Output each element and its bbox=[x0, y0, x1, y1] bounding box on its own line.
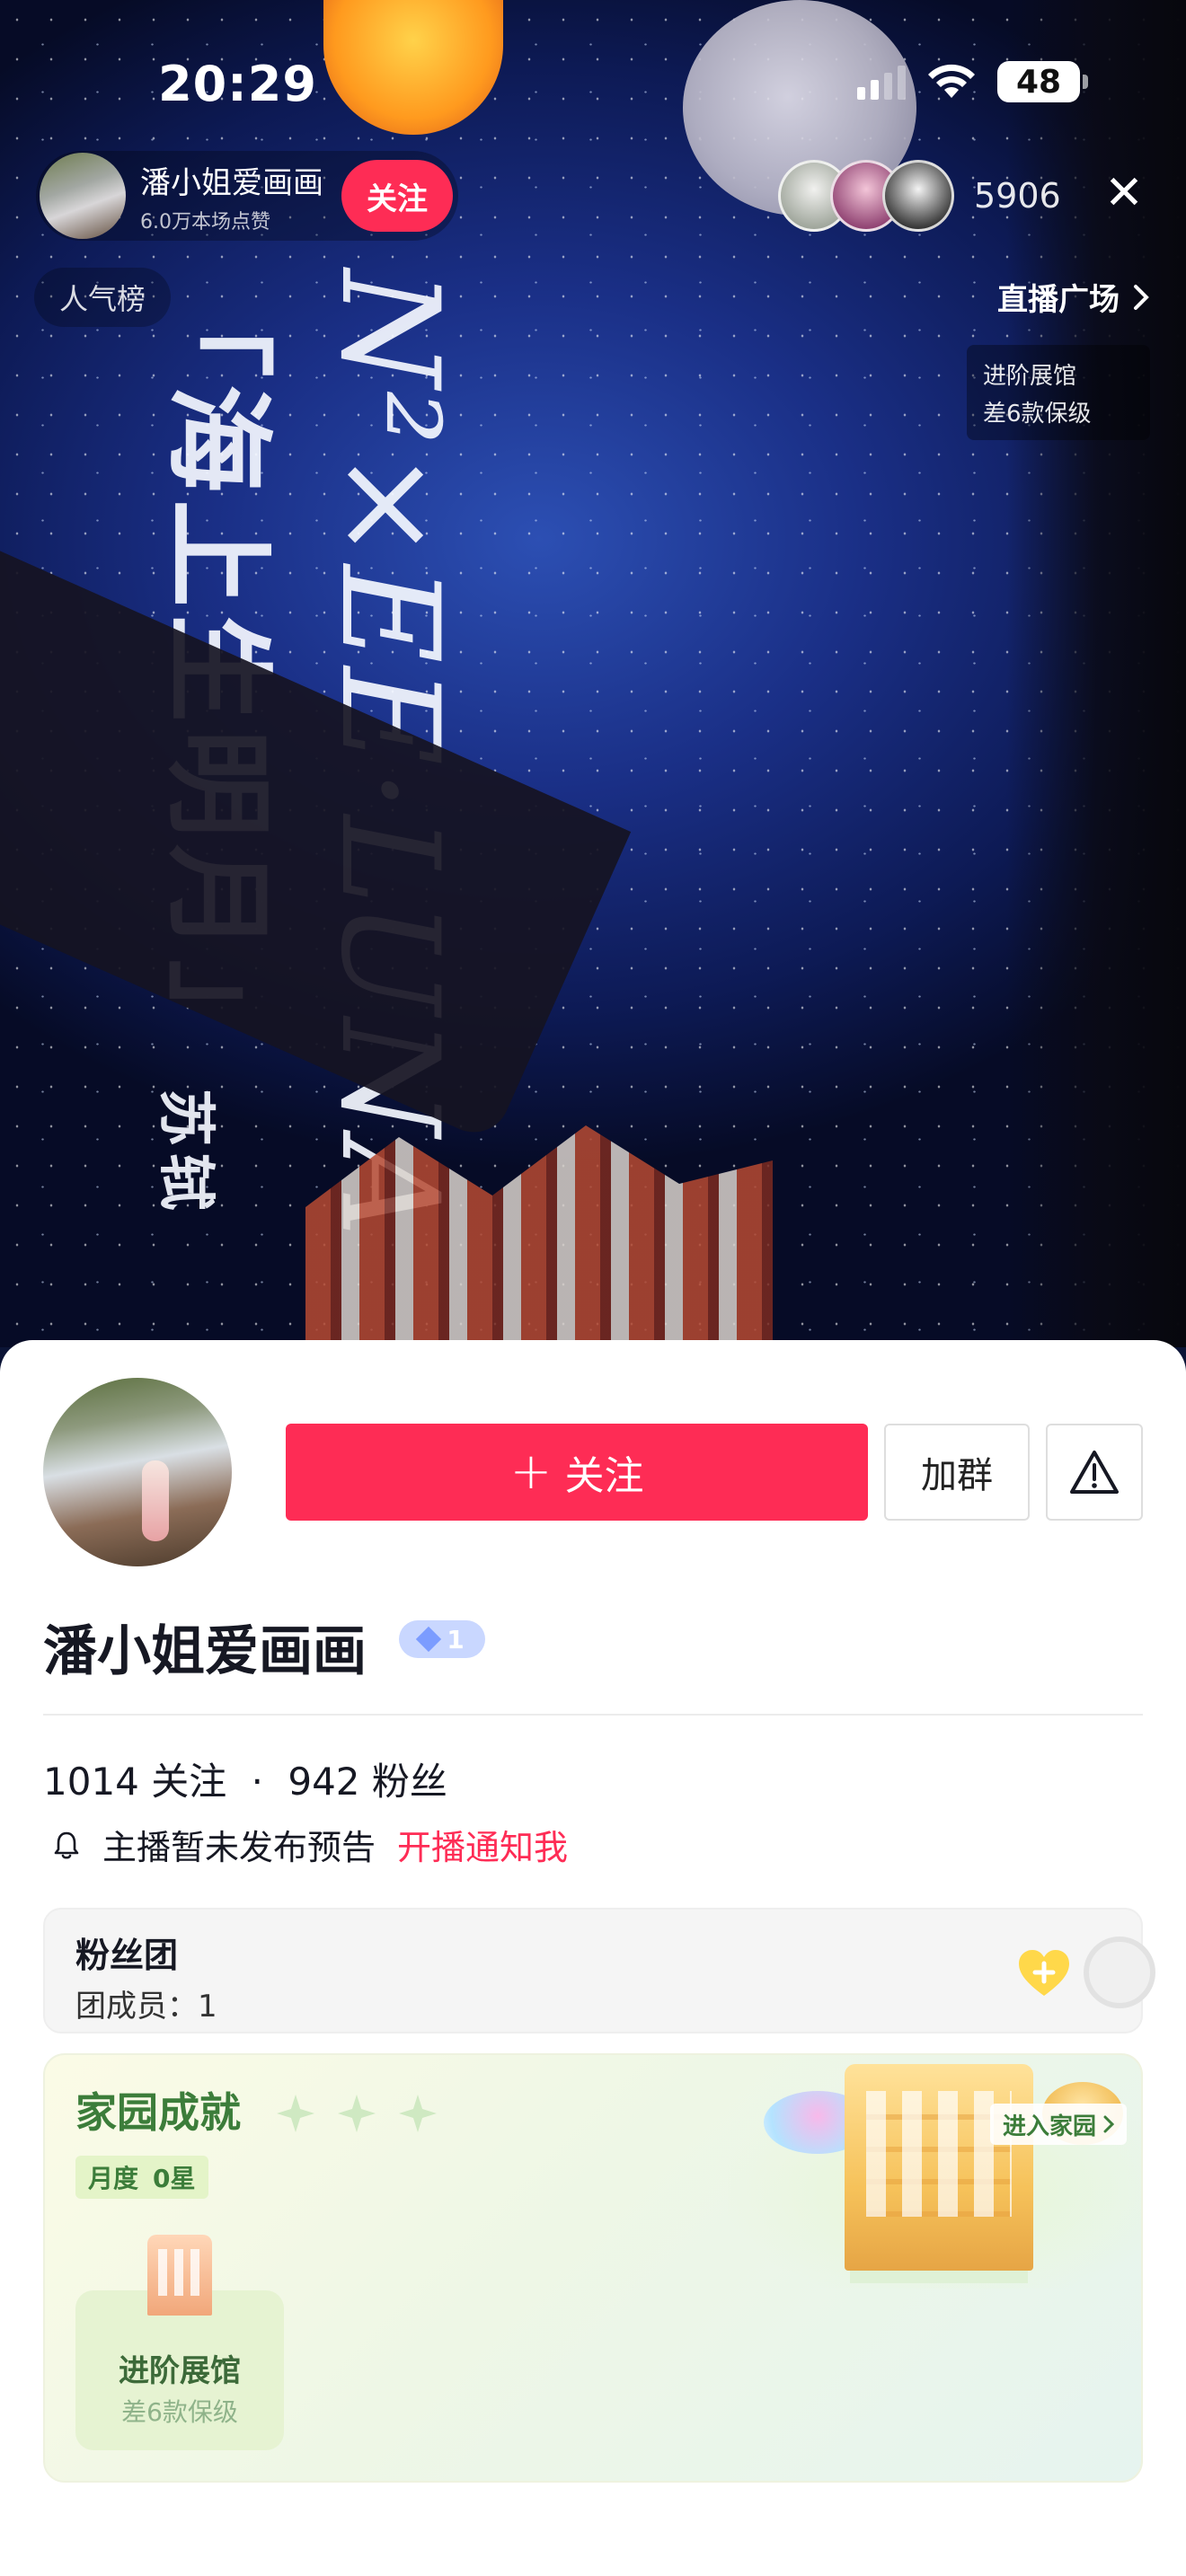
cellular-signal-icon bbox=[857, 64, 906, 100]
viewer-avatar[interactable] bbox=[882, 160, 954, 232]
hall-card-sub: 差6款保级 bbox=[983, 401, 1092, 428]
enter-home-button[interactable]: 进入家园 bbox=[990, 2104, 1128, 2145]
viewer-count[interactable]: 5906 bbox=[974, 176, 1061, 216]
fan-club-members: 团成员：1 bbox=[75, 1989, 217, 2025]
fan-club-title: 粉丝团 bbox=[75, 1936, 179, 1975]
follow-stats[interactable]: 1014 关注 · 942 粉丝 bbox=[43, 1751, 447, 1806]
top-viewers[interactable] bbox=[778, 160, 954, 232]
anchor-avatar[interactable] bbox=[40, 153, 126, 239]
warning-icon bbox=[1070, 1451, 1119, 1494]
hall-tile-title: 进阶展馆 bbox=[119, 2353, 241, 2389]
sparkle-icons bbox=[277, 2095, 437, 2132]
profile-avatar[interactable] bbox=[43, 1378, 232, 1566]
monthly-stars: 月度 0星 bbox=[75, 2156, 208, 2199]
month-value: 0星 bbox=[153, 2164, 196, 2193]
hall-tile[interactable]: 进阶展馆 差6款保级 bbox=[75, 2235, 284, 2450]
title-tag: 苏轼 bbox=[152, 1089, 219, 1218]
follow-button-label: 关注 bbox=[564, 1453, 644, 1499]
sparkle-icon bbox=[338, 2095, 376, 2132]
fans-count: 942 bbox=[288, 1760, 360, 1804]
bell-icon bbox=[54, 1831, 79, 1859]
battery-icon: 48 bbox=[997, 61, 1088, 102]
enter-home-label: 进入家园 bbox=[1003, 2113, 1097, 2140]
anchor-name: 潘小姐爱画画 bbox=[140, 164, 323, 201]
top-follow-button[interactable]: 关注 bbox=[341, 160, 453, 232]
live-plaza-link[interactable]: 直播广场 bbox=[997, 275, 1150, 319]
following-label: 关注 bbox=[151, 1760, 227, 1804]
heart-plus-icon[interactable] bbox=[1015, 1945, 1073, 2003]
status-time: 20:29 bbox=[158, 56, 317, 112]
month-label: 月度 bbox=[88, 2164, 139, 2193]
fan-club-card[interactable]: 粉丝团 团成员：1 bbox=[43, 1908, 1155, 2033]
fan-badge-icon bbox=[1084, 1936, 1155, 2008]
level-value: 1 bbox=[447, 1624, 465, 1654]
status-icons: 48 bbox=[857, 61, 1088, 102]
anchor-likes: 6.0万本场点赞 bbox=[140, 210, 270, 234]
following-count: 1014 bbox=[43, 1760, 139, 1804]
chevron-right-icon bbox=[1134, 284, 1149, 310]
popularity-rank[interactable]: 人气榜 bbox=[34, 268, 172, 327]
home-achievement-card[interactable]: 家园成就 月度 0星 进入家园 进阶展馆 差6款保级 bbox=[43, 2053, 1143, 2483]
stats-separator: · bbox=[251, 1760, 263, 1804]
notify-me-link[interactable]: 开播通知我 bbox=[397, 1820, 568, 1869]
divider bbox=[43, 1714, 1143, 1716]
mini-building-graphic bbox=[147, 2235, 212, 2316]
home-building-graphic bbox=[845, 2064, 1033, 2271]
fans-label: 粉丝 bbox=[371, 1760, 447, 1804]
chevron-right-icon bbox=[1103, 2115, 1115, 2133]
diamond-icon bbox=[416, 1626, 442, 1653]
plus-icon: + bbox=[509, 1442, 553, 1501]
notice-text: 主播暂未发布预告 bbox=[102, 1828, 376, 1867]
hall-tile-sub: 差6款保级 bbox=[121, 2397, 238, 2427]
sparkle-icon bbox=[277, 2095, 314, 2132]
follow-button[interactable]: + 关注 bbox=[286, 1424, 868, 1521]
plaza-label: 直播广场 bbox=[997, 282, 1120, 318]
stream-notice: 主播暂未发布预告 开播通知我 bbox=[50, 1820, 568, 1869]
level-badge[interactable]: 1 bbox=[399, 1620, 485, 1658]
wifi-icon bbox=[928, 64, 975, 98]
hall-card-title: 进阶展馆 bbox=[983, 363, 1077, 390]
report-button[interactable] bbox=[1046, 1424, 1143, 1521]
sparkle-icon bbox=[399, 2095, 437, 2132]
hall-progress-card[interactable]: 进阶展馆 差6款保级 bbox=[967, 345, 1150, 440]
profile-name: 潘小姐爱画画 bbox=[43, 1620, 367, 1683]
join-group-button[interactable]: 加群 bbox=[884, 1424, 1030, 1521]
home-title: 家园成就 bbox=[75, 2088, 241, 2137]
close-icon[interactable]: ✕ bbox=[1102, 170, 1146, 216]
